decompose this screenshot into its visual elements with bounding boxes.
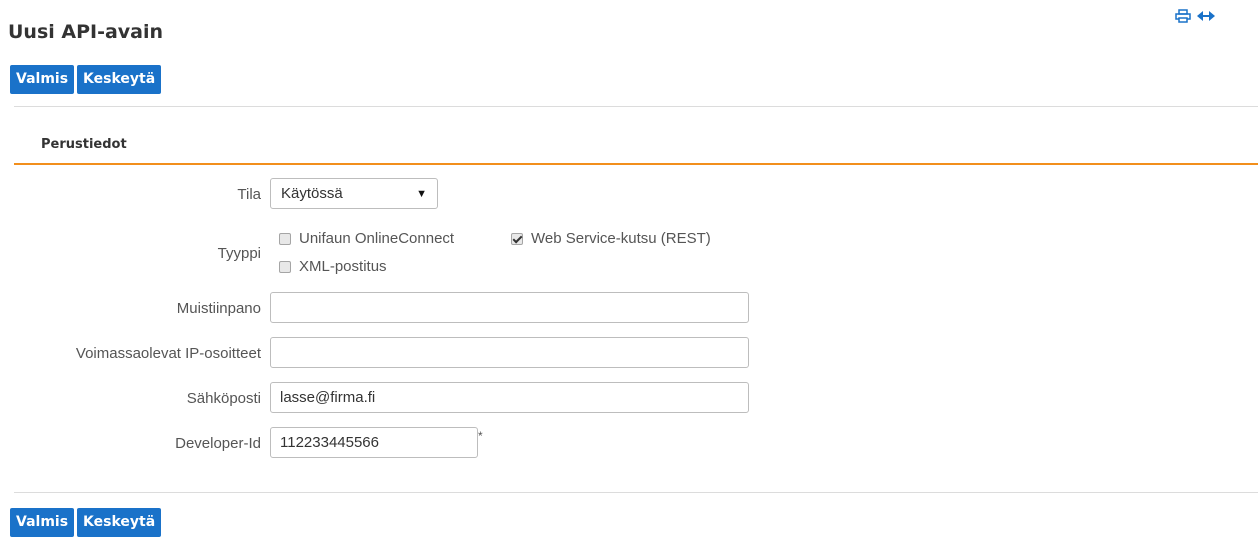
- divider: [14, 106, 1258, 107]
- ip-label: Voimassaolevat IP-osoitteet: [75, 345, 261, 362]
- unifaun-label: Unifaun OnlineConnect: [299, 230, 455, 247]
- caret-down-icon: ▼: [416, 187, 427, 200]
- status-select-value: Käytössä: [281, 185, 343, 202]
- type-label: Tyyppi: [217, 245, 261, 262]
- bottom-actions: Valmis Keskeytä: [10, 508, 162, 537]
- print-icon[interactable]: [1175, 9, 1191, 23]
- required-mark: *: [478, 429, 483, 443]
- xml-label: XML-postitus: [299, 258, 387, 275]
- cancel-button[interactable]: Keskeytä: [77, 508, 162, 537]
- section-divider: [14, 163, 1258, 165]
- email-label: Sähköposti: [186, 390, 261, 407]
- developer-id-input[interactable]: [270, 427, 478, 458]
- divider: [14, 492, 1258, 493]
- done-button[interactable]: Valmis: [10, 65, 75, 94]
- page-title: Uusi API-avain: [8, 21, 164, 43]
- section-title: Perustiedot: [41, 137, 127, 152]
- page-tools: [1175, 9, 1215, 23]
- note-label: Muistiinpano: [176, 300, 261, 317]
- expand-width-icon[interactable]: [1197, 11, 1215, 21]
- note-input[interactable]: [270, 292, 749, 323]
- cancel-button[interactable]: Keskeytä: [77, 65, 162, 94]
- developer-id-label: Developer-Id: [175, 435, 261, 452]
- type-option-xml[interactable]: XML-postitus: [279, 258, 387, 275]
- xml-checkbox[interactable]: [279, 260, 291, 273]
- rest-checkbox[interactable]: [511, 232, 523, 245]
- ip-input[interactable]: [270, 337, 749, 368]
- type-option-unifaun[interactable]: Unifaun OnlineConnect: [279, 230, 454, 247]
- status-select[interactable]: Käytössä ▼: [270, 178, 438, 209]
- email-input[interactable]: [270, 382, 749, 413]
- done-button[interactable]: Valmis: [10, 508, 75, 537]
- unifaun-checkbox[interactable]: [279, 232, 291, 245]
- rest-label: Web Service-kutsu (REST): [531, 230, 711, 247]
- status-label: Tila: [237, 186, 261, 203]
- type-option-rest[interactable]: Web Service-kutsu (REST): [511, 230, 711, 247]
- top-actions: Valmis Keskeytä: [10, 65, 162, 94]
